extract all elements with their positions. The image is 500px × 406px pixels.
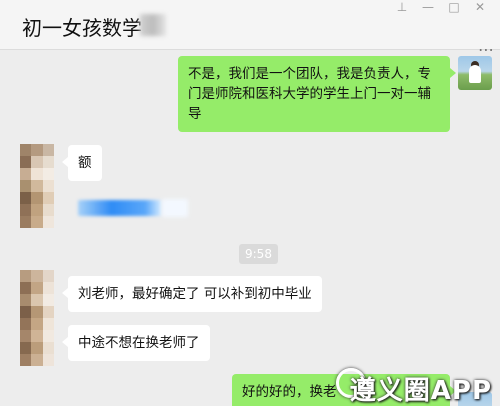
message-redaction (78, 200, 162, 216)
watermark: 遵义圈APP (349, 376, 492, 406)
message-text: 好的好的，换老 (242, 384, 337, 400)
message-text: 不是，我们是一个团队，我是负责人，专门是师院和医科大学的学生上门一对一辅导 (188, 66, 431, 122)
message-text: 中途不想在换老师了 (78, 335, 200, 351)
minimize-icon[interactable]: — (418, 0, 438, 14)
message-bubble-other[interactable]: 刘老师，最好确定了 可以补到初中毕业 (62, 276, 322, 312)
chat-header: 初一女孩数学 ⊥ — □ ✕ ⋯ (0, 0, 500, 59)
message-bubble-other[interactable]: 中途不想在换老师了 (62, 325, 210, 361)
message-text: 额 (78, 155, 92, 171)
pin-icon[interactable]: ⊥ (392, 0, 412, 14)
self-avatar[interactable] (458, 56, 492, 90)
message-timestamp: 9:58 (239, 244, 278, 264)
blurred-message[interactable] (72, 196, 190, 222)
title-redaction (140, 14, 166, 36)
contact-avatar[interactable] (20, 144, 54, 228)
message-bubble-self[interactable]: 不是，我们是一个团队，我是负责人，专门是师院和医科大学的学生上门一对一辅导 (178, 56, 456, 132)
message-text: 刘老师，最好确定了 可以补到初中毕业 (78, 286, 312, 302)
maximize-icon[interactable]: □ (444, 0, 464, 14)
message-bubble-other[interactable]: 额 (62, 145, 102, 181)
close-icon[interactable]: ✕ (470, 0, 490, 14)
chat-title: 初一女孩数学 (22, 16, 142, 40)
redaction-fade (162, 199, 188, 217)
contact-avatar[interactable] (20, 270, 54, 366)
